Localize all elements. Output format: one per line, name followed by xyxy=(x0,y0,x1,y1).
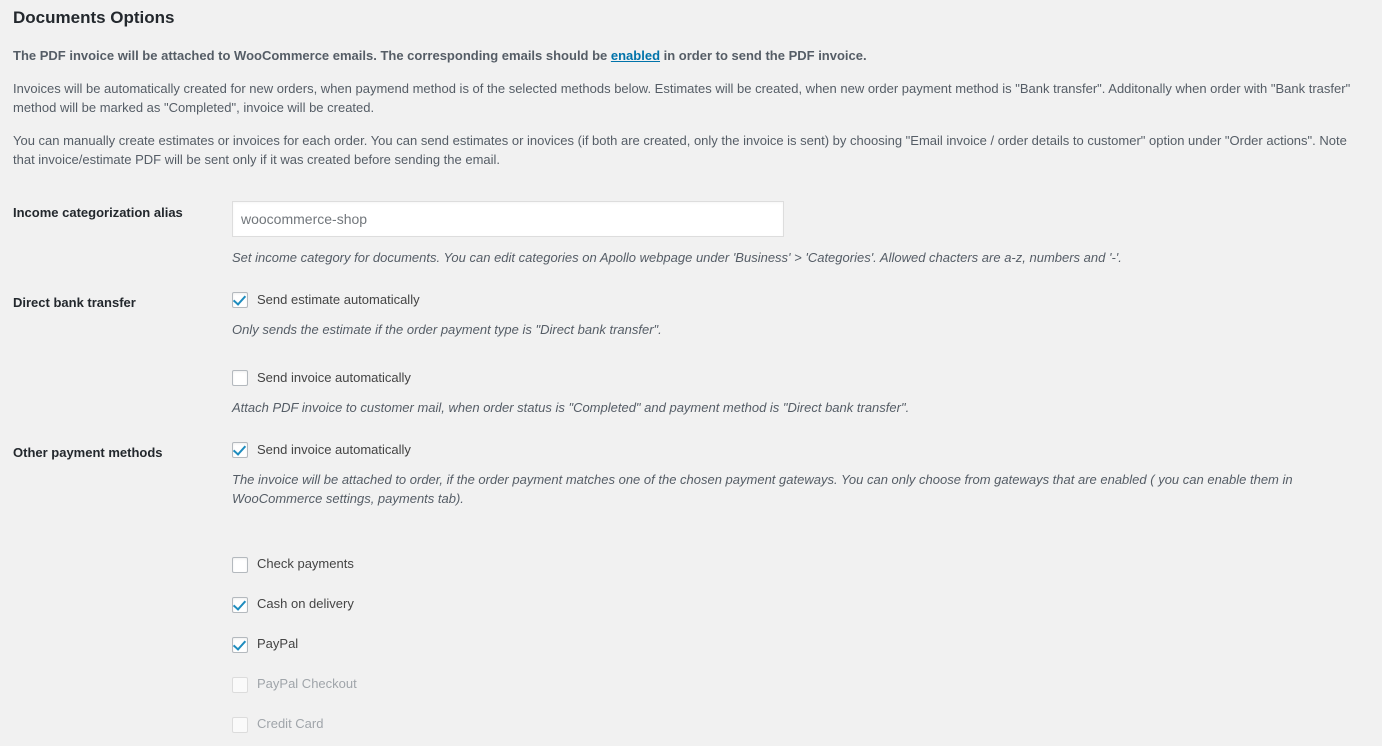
option-send-invoice-automatically-other: Send invoice automatically The invoice w… xyxy=(232,441,1372,508)
settings-form-table: Income categorization alias Set income c… xyxy=(0,189,1382,746)
send-invoice-automatically-bank-description: Attach PDF invoice to customer mail, whe… xyxy=(232,400,910,415)
cash-on-delivery-checkbox[interactable] xyxy=(232,596,248,613)
row-direct-bank-transfer: Direct bank transfer Send estimate autom… xyxy=(0,279,1382,429)
documents-options-page: Documents Options The PDF invoice will b… xyxy=(0,0,1382,733)
payment-gateway-list: Check payments Cash on delivery PayPal P… xyxy=(232,554,1372,734)
cell-direct-bank-transfer: Send estimate automatically Only sends t… xyxy=(232,279,1382,429)
label-other-payment-methods: Other payment methods xyxy=(13,445,163,460)
credit-card-label: Credit Card xyxy=(257,716,324,731)
paypal-checkout-checkbox xyxy=(232,676,248,693)
gateway-item-cash-on-delivery[interactable]: Cash on delivery xyxy=(232,594,1372,614)
checkbox-row-send-invoice-automatically-other[interactable]: Send invoice automatically xyxy=(232,441,1372,459)
send-invoice-automatically-bank-label: Send invoice automatically xyxy=(257,370,411,385)
intro-paragraph-3: You can manually create estimates or inv… xyxy=(13,133,1347,167)
send-estimate-automatically-label: Send estimate automatically xyxy=(257,292,420,307)
gateway-item-paypal[interactable]: PayPal xyxy=(232,634,1372,654)
option-send-estimate-automatically: Send estimate automatically Only sends t… xyxy=(232,291,1372,339)
income-alias-description: Set income category for documents. You c… xyxy=(232,250,1122,265)
cash-on-delivery-label: Cash on delivery xyxy=(257,596,354,611)
paypal-checkout-label: PayPal Checkout xyxy=(257,676,357,691)
row-income-categorization-alias: Income categorization alias Set income c… xyxy=(0,189,1382,279)
send-estimate-automatically-checkbox[interactable] xyxy=(232,292,248,308)
checkbox-row-send-invoice-automatically-bank[interactable]: Send invoice automatically xyxy=(232,369,1372,387)
label-income-categorization-alias: Income categorization alias xyxy=(13,205,183,220)
gateway-item-check-payments[interactable]: Check payments xyxy=(232,554,1372,574)
enabled-link[interactable]: enabled xyxy=(611,48,660,63)
gateway-item-paypal-checkout: PayPal Checkout xyxy=(232,674,1372,694)
intro-p1-before: The PDF invoice will be attached to WooC… xyxy=(13,48,611,63)
cell-other-payment-methods: Send invoice automatically The invoice w… xyxy=(232,429,1382,746)
page-title: Documents Options xyxy=(13,8,175,27)
send-invoice-automatically-bank-checkbox[interactable] xyxy=(232,370,248,386)
check-payments-label: Check payments xyxy=(257,556,354,571)
row-other-payment-methods: Other payment methods Send invoice autom… xyxy=(0,429,1382,746)
paypal-checkbox[interactable] xyxy=(232,636,248,653)
income-alias-input[interactable] xyxy=(232,201,784,237)
paypal-label: PayPal xyxy=(257,636,299,651)
option-send-invoice-automatically-bank: Send invoice automatically Attach PDF in… xyxy=(232,369,1372,417)
send-invoice-automatically-other-label: Send invoice automatically xyxy=(257,442,411,457)
check-payments-checkbox[interactable] xyxy=(232,556,248,573)
gateway-item-credit-card: Credit Card xyxy=(232,714,1372,734)
intro-paragraph-1: The PDF invoice will be attached to WooC… xyxy=(13,46,1369,65)
credit-card-checkbox xyxy=(232,716,248,733)
send-estimate-automatically-description: Only sends the estimate if the order pay… xyxy=(232,322,662,337)
send-invoice-automatically-other-checkbox[interactable] xyxy=(232,442,248,458)
intro-paragraph-2: Invoices will be automatically created f… xyxy=(13,81,1351,115)
label-direct-bank-transfer: Direct bank transfer xyxy=(13,295,136,310)
intro-text-block: The PDF invoice will be attached to WooC… xyxy=(0,46,1382,169)
intro-p1-after: in order to send the PDF invoice. xyxy=(660,48,867,63)
send-invoice-automatically-other-description: The invoice will be attached to order, i… xyxy=(232,472,1293,506)
cell-income-categorization-alias: Set income category for documents. You c… xyxy=(232,189,1382,279)
checkbox-row-send-estimate-automatically[interactable]: Send estimate automatically xyxy=(232,291,1372,309)
